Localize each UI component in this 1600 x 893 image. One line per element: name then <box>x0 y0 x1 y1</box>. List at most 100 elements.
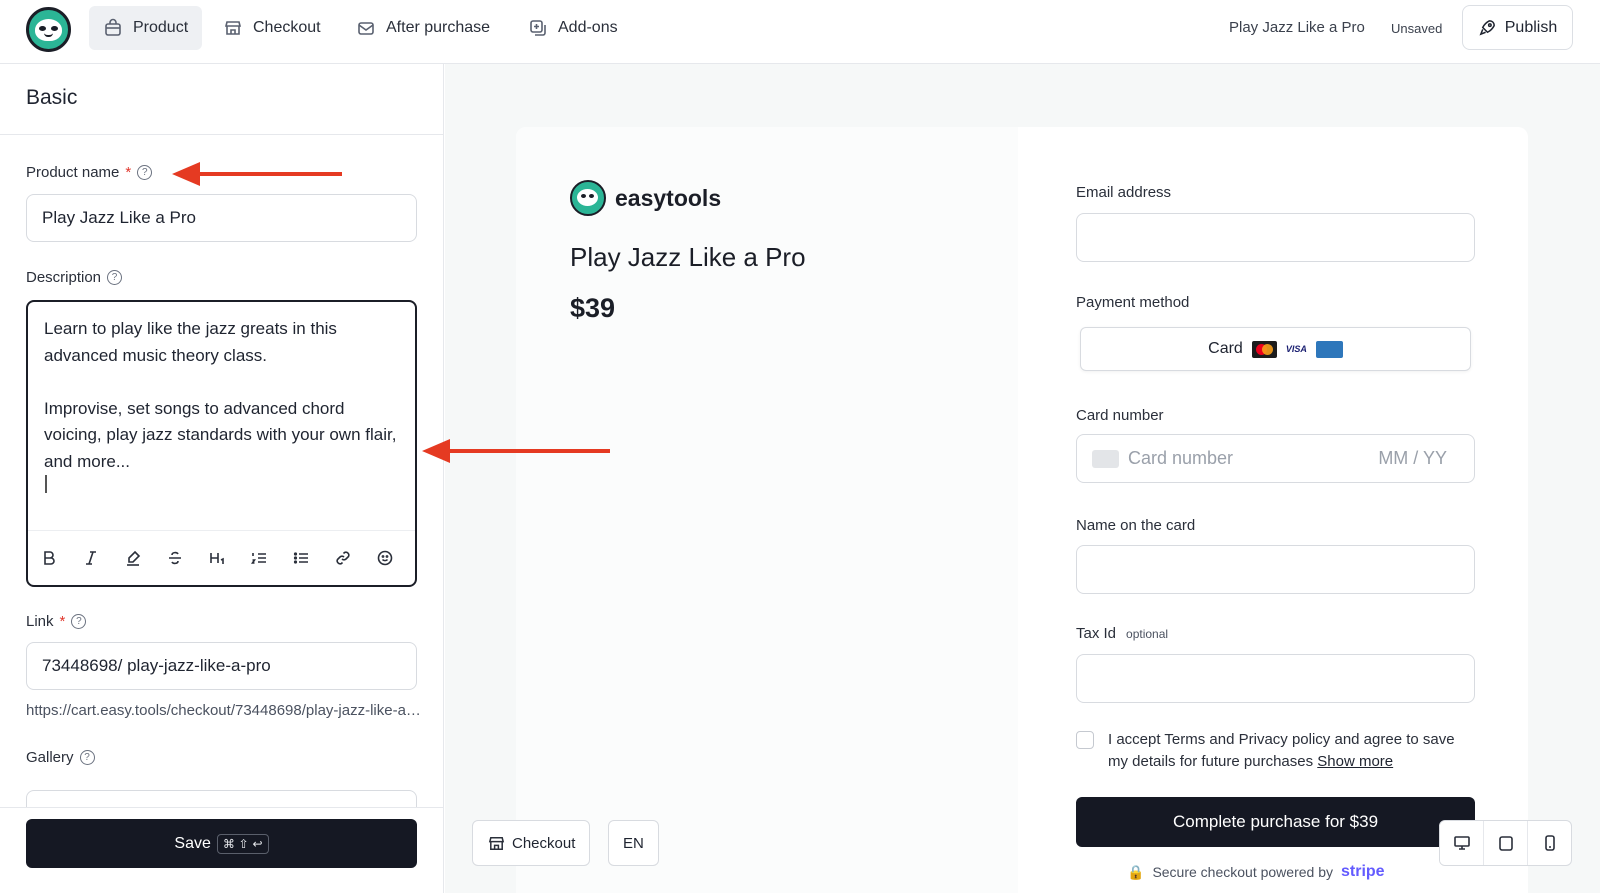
link-input[interactable]: 73448698/ play-jazz-like-a-pro <box>26 642 417 690</box>
product-summary: easytools Play Jazz Like a Pro $39 <box>516 127 1018 893</box>
mobile-icon <box>1544 835 1555 851</box>
link-icon <box>336 551 350 565</box>
save-button[interactable]: Save ⌘ ⇧ ↩ <box>26 819 417 868</box>
desktop-view-button[interactable] <box>1440 821 1484 865</box>
language-selector[interactable]: EN <box>608 820 659 866</box>
italic-button[interactable] <box>70 541 112 575</box>
ordered-list-icon <box>251 553 266 564</box>
logo-eye-left <box>39 26 46 31</box>
required-mark: * <box>125 164 132 181</box>
stripe-logo: stripe <box>1341 863 1385 880</box>
tablet-view-button[interactable] <box>1484 821 1528 865</box>
app-logo[interactable] <box>26 7 71 52</box>
card-number-label-text: Card number <box>1076 407 1164 424</box>
tax-id-input[interactable] <box>1076 654 1475 703</box>
logo-mouth <box>44 33 53 37</box>
description-editor[interactable]: Learn to play like the jazz greats in th… <box>26 300 417 587</box>
product-price: $39 <box>570 293 616 323</box>
visa-icon: VISA <box>1285 344 1307 354</box>
mastercard-icon <box>1251 340 1277 358</box>
emoji-icon <box>377 550 393 566</box>
bullet-list-icon <box>293 552 308 564</box>
ordered-list-button[interactable] <box>238 541 280 575</box>
view-selector[interactable]: Checkout <box>472 820 591 866</box>
card-number-input[interactable]: Card number MM / YY <box>1076 434 1475 483</box>
brand-name: easytools <box>615 184 722 211</box>
optional-badge: optional <box>1126 626 1169 641</box>
save-bar: Save ⌘ ⇧ ↩ <box>0 807 443 893</box>
show-more-link[interactable]: Show more <box>1317 753 1393 770</box>
name-on-card-label-text: Name on the card <box>1076 517 1196 534</box>
language-label: EN <box>623 834 644 852</box>
text-caret <box>45 475 47 493</box>
heading-button[interactable] <box>196 541 238 575</box>
product-name-input[interactable]: Play Jazz Like a Pro <box>26 194 417 242</box>
gallery-label: Gallery ? <box>26 749 95 766</box>
description-paragraph: Improvise, set songs to advanced chord v… <box>44 398 397 471</box>
highlight-icon <box>127 550 141 566</box>
tab-after-purchase[interactable]: After purchase <box>342 6 504 50</box>
section-title: Basic <box>26 86 78 109</box>
logo-eye-right <box>589 194 594 198</box>
help-icon[interactable]: ? <box>71 614 87 629</box>
publish-label: Publish <box>1504 18 1558 36</box>
rocket-icon <box>1479 20 1495 36</box>
strikethrough-button[interactable] <box>154 541 196 575</box>
bold-icon <box>44 551 55 565</box>
italic-icon <box>86 551 96 565</box>
product-title: Play Jazz Like a Pro <box>570 242 806 272</box>
payment-method-label: Payment method <box>1076 294 1189 311</box>
device-switcher <box>1439 820 1572 866</box>
tablet-icon <box>1498 836 1513 851</box>
name-on-card-input[interactable] <box>1076 545 1475 594</box>
strikethrough-icon <box>169 551 181 565</box>
product-name-value: Play Jazz Like a Pro <box>42 208 197 227</box>
expiry-placeholder[interactable]: MM / YY <box>1378 448 1459 469</box>
tab-add-ons-label: Add-ons <box>558 19 618 36</box>
link-label: Link * ? <box>26 613 87 630</box>
required-mark: * <box>59 613 66 630</box>
checkout-url[interactable]: https://cart.easy.tools/checkout/7344869… <box>26 702 421 719</box>
section-divider <box>0 134 443 135</box>
emoji-button[interactable] <box>364 541 406 575</box>
save-label: Save <box>174 834 211 852</box>
help-icon[interactable]: ? <box>107 270 123 285</box>
logo-face <box>577 189 598 206</box>
card-number-placeholder: Card number <box>1128 448 1234 468</box>
description-label-text: Description <box>26 269 102 286</box>
save-status: Unsaved <box>1391 21 1443 36</box>
desktop-icon <box>1453 836 1470 850</box>
payment-card-label: Card <box>1208 340 1243 357</box>
complete-purchase-button[interactable]: Complete purchase for $39 <box>1076 797 1475 847</box>
brand: easytools <box>570 180 721 216</box>
logo-face <box>35 19 62 41</box>
secure-text: Secure checkout powered by <box>1152 864 1333 880</box>
envelope-icon <box>358 22 374 35</box>
product-name-label-text: Product name <box>26 164 120 181</box>
tab-add-ons[interactable]: Add-ons <box>514 6 632 50</box>
secure-checkout-note: 🔒 Secure checkout powered by stripe <box>1127 863 1385 881</box>
lock-icon: 🔒 <box>1127 863 1145 880</box>
help-icon[interactable]: ? <box>137 165 153 180</box>
terms-consent: I accept Terms and Privacy policy and ag… <box>1076 729 1476 773</box>
payment-method-card[interactable]: Card VISA <box>1080 327 1471 371</box>
bullet-list-button[interactable] <box>280 541 322 575</box>
tab-product[interactable]: Product <box>89 6 203 50</box>
email-input[interactable] <box>1076 213 1475 262</box>
complete-purchase-label: Complete purchase for $39 <box>1172 812 1379 831</box>
terms-label: I accept Terms and Privacy policy and ag… <box>1108 731 1455 770</box>
product-name-label: Product name * ? <box>26 164 153 181</box>
link-button[interactable] <box>322 541 364 575</box>
terms-checkbox[interactable] <box>1076 731 1094 749</box>
description-text[interactable]: Learn to play like the jazz greats in th… <box>44 316 399 475</box>
store-icon <box>224 21 242 35</box>
tab-checkout[interactable]: Checkout <box>209 6 335 50</box>
document-title: Play Jazz Like a Pro <box>1229 19 1365 36</box>
bold-button[interactable] <box>28 541 70 575</box>
publish-button[interactable]: Publish <box>1462 5 1573 50</box>
description-paragraph: Learn to play like the jazz greats in th… <box>44 319 337 365</box>
mobile-view-button[interactable] <box>1528 821 1571 865</box>
highlight-button[interactable] <box>112 541 154 575</box>
help-icon[interactable]: ? <box>79 750 95 765</box>
tax-id-label: Tax Id optional <box>1076 625 1168 642</box>
